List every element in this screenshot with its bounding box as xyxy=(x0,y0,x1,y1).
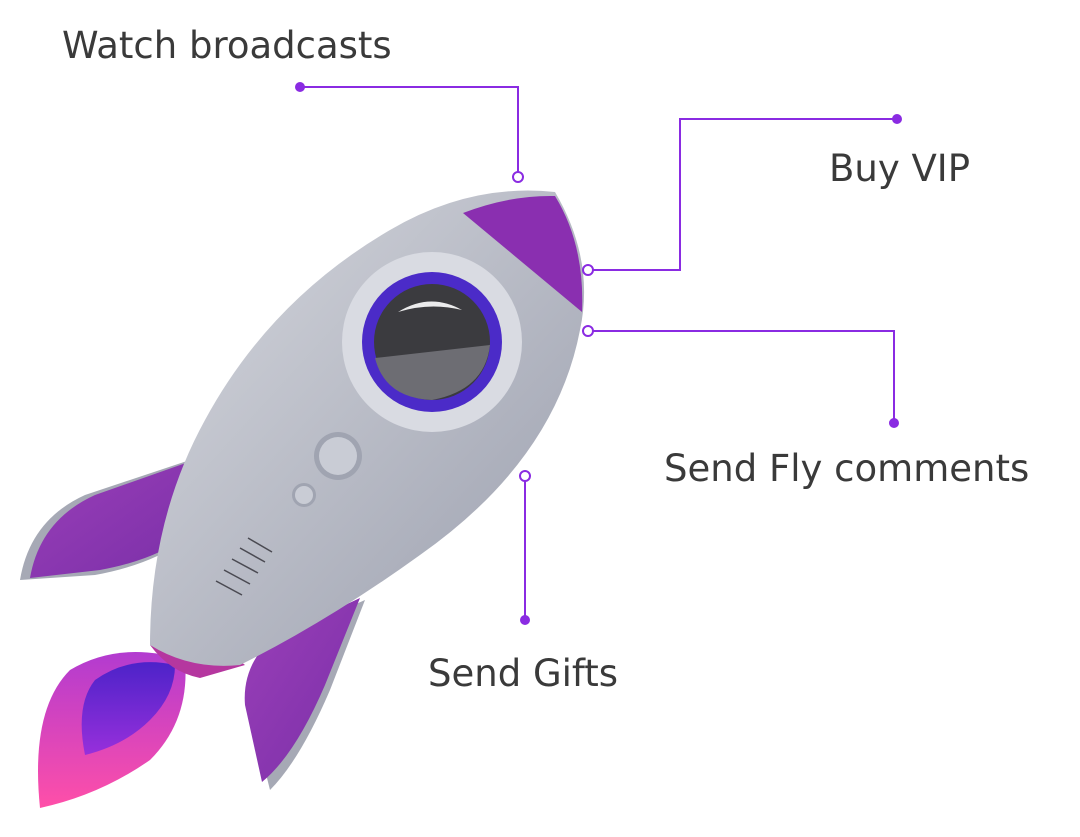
connector-buy-vip xyxy=(582,114,902,276)
connector-watch-broadcasts xyxy=(295,82,524,183)
label-buy-vip: Buy VIP xyxy=(829,147,971,190)
diagram-canvas xyxy=(20,82,902,808)
rocket-body xyxy=(150,190,585,666)
label-watch-broadcasts: Watch broadcasts xyxy=(62,24,392,67)
rocket-icon xyxy=(20,190,585,808)
feature-diagram: Watch broadcasts Buy VIP Send Fly commen… xyxy=(0,0,1080,832)
label-send-gifts: Send Gifts xyxy=(428,652,619,695)
label-send-fly-comments: Send Fly comments xyxy=(664,447,1030,490)
connector-send-fly-comments xyxy=(582,325,899,428)
rocket-rivet-large-inner xyxy=(319,437,357,475)
rocket-rivet-small-inner xyxy=(295,486,313,504)
connector-send-gifts xyxy=(519,470,531,625)
